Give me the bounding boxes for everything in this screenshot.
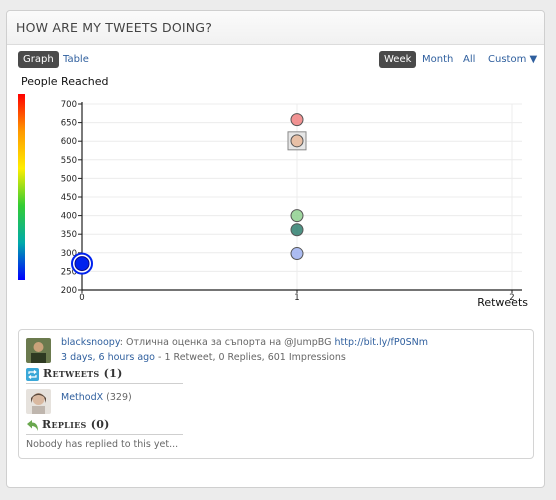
y-tick-label: 700 [61, 100, 77, 110]
y-tick-label: 450 [61, 193, 77, 203]
tweet-line: blacksnoopy: Отлична оценка за съпорта н… [61, 337, 429, 348]
y-tick-label: 550 [61, 156, 77, 166]
y-tick-label: 400 [61, 212, 77, 222]
chart-toolbar: Graph Table Week Month All Custom ▼ [7, 51, 544, 71]
tweet-text: Отлична оценка за съпорта на @JumpBG [126, 337, 332, 348]
table-view-button[interactable]: Table [58, 51, 94, 68]
retweeter-follower-count: (329) [106, 392, 132, 403]
graph-view-button[interactable]: Graph [18, 51, 59, 68]
tweet-meta: 3 days, 6 hours ago - 1 Retweet, 0 Repli… [61, 352, 346, 363]
color-scale-legend [18, 94, 25, 280]
reply-icon [27, 420, 38, 431]
data-point [290, 223, 304, 237]
data-point [290, 209, 304, 223]
y-axis-label: People Reached [21, 75, 108, 88]
all-range-button[interactable]: All [458, 51, 480, 68]
replies-divider [26, 434, 183, 435]
x-tick-label: 1 [294, 293, 299, 303]
x-axis-label: Retweets [477, 296, 528, 309]
y-tick-label: 650 [61, 119, 77, 129]
retweeter-name-link[interactable]: MethodX [61, 392, 103, 403]
y-tick-label: 500 [61, 174, 77, 184]
data-points [71, 113, 307, 275]
tweet-stats: - 1 Retweet, 0 Replies, 601 Impressions [158, 352, 346, 363]
data-point [290, 247, 304, 261]
tweet-author-link[interactable]: blacksnoopy [61, 337, 120, 348]
data-point [74, 256, 90, 272]
y-tick-label: 200 [61, 286, 77, 296]
retweeter-avatar[interactable] [26, 389, 51, 414]
data-point [290, 134, 304, 148]
retweets-divider [26, 383, 183, 384]
panel-title: HOW ARE MY TWEETS DOING? [7, 11, 544, 45]
chart-axes [81, 102, 522, 291]
replies-heading: Replies (0) [42, 418, 110, 431]
reach-chart: People Reached 200 250 300 350 400 450 500 550 6… [7, 71, 546, 321]
tweet-detail: blacksnoopy: Отлична оценка за съпорта н… [18, 329, 534, 459]
retweeter-row: MethodX (329) [61, 392, 132, 403]
week-range-button[interactable]: Week [379, 51, 417, 68]
scatter-chart-svg: People Reached 2002503003504004505005506… [18, 75, 528, 309]
data-point [290, 113, 304, 127]
author-avatar[interactable] [26, 338, 51, 363]
x-tick-labels: 012 [79, 290, 515, 303]
x-tick-label: 0 [79, 293, 84, 303]
tweet-time-link[interactable]: 3 days, 6 hours ago [61, 352, 155, 363]
custom-range-dropdown[interactable]: Custom ▼ [483, 51, 542, 68]
tweet-url-link[interactable]: http://bit.ly/fP0SNm [335, 337, 429, 348]
tweets-panel: HOW ARE MY TWEETS DOING? Graph Table Wee… [6, 10, 545, 488]
retweet-icon [26, 368, 39, 381]
retweets-heading: Retweets (1) [43, 367, 123, 380]
y-tick-label: 350 [61, 230, 77, 240]
y-tick-label: 600 [61, 137, 77, 147]
replies-empty-message: Nobody has replied to this yet... [26, 439, 179, 450]
month-range-button[interactable]: Month [417, 51, 458, 68]
